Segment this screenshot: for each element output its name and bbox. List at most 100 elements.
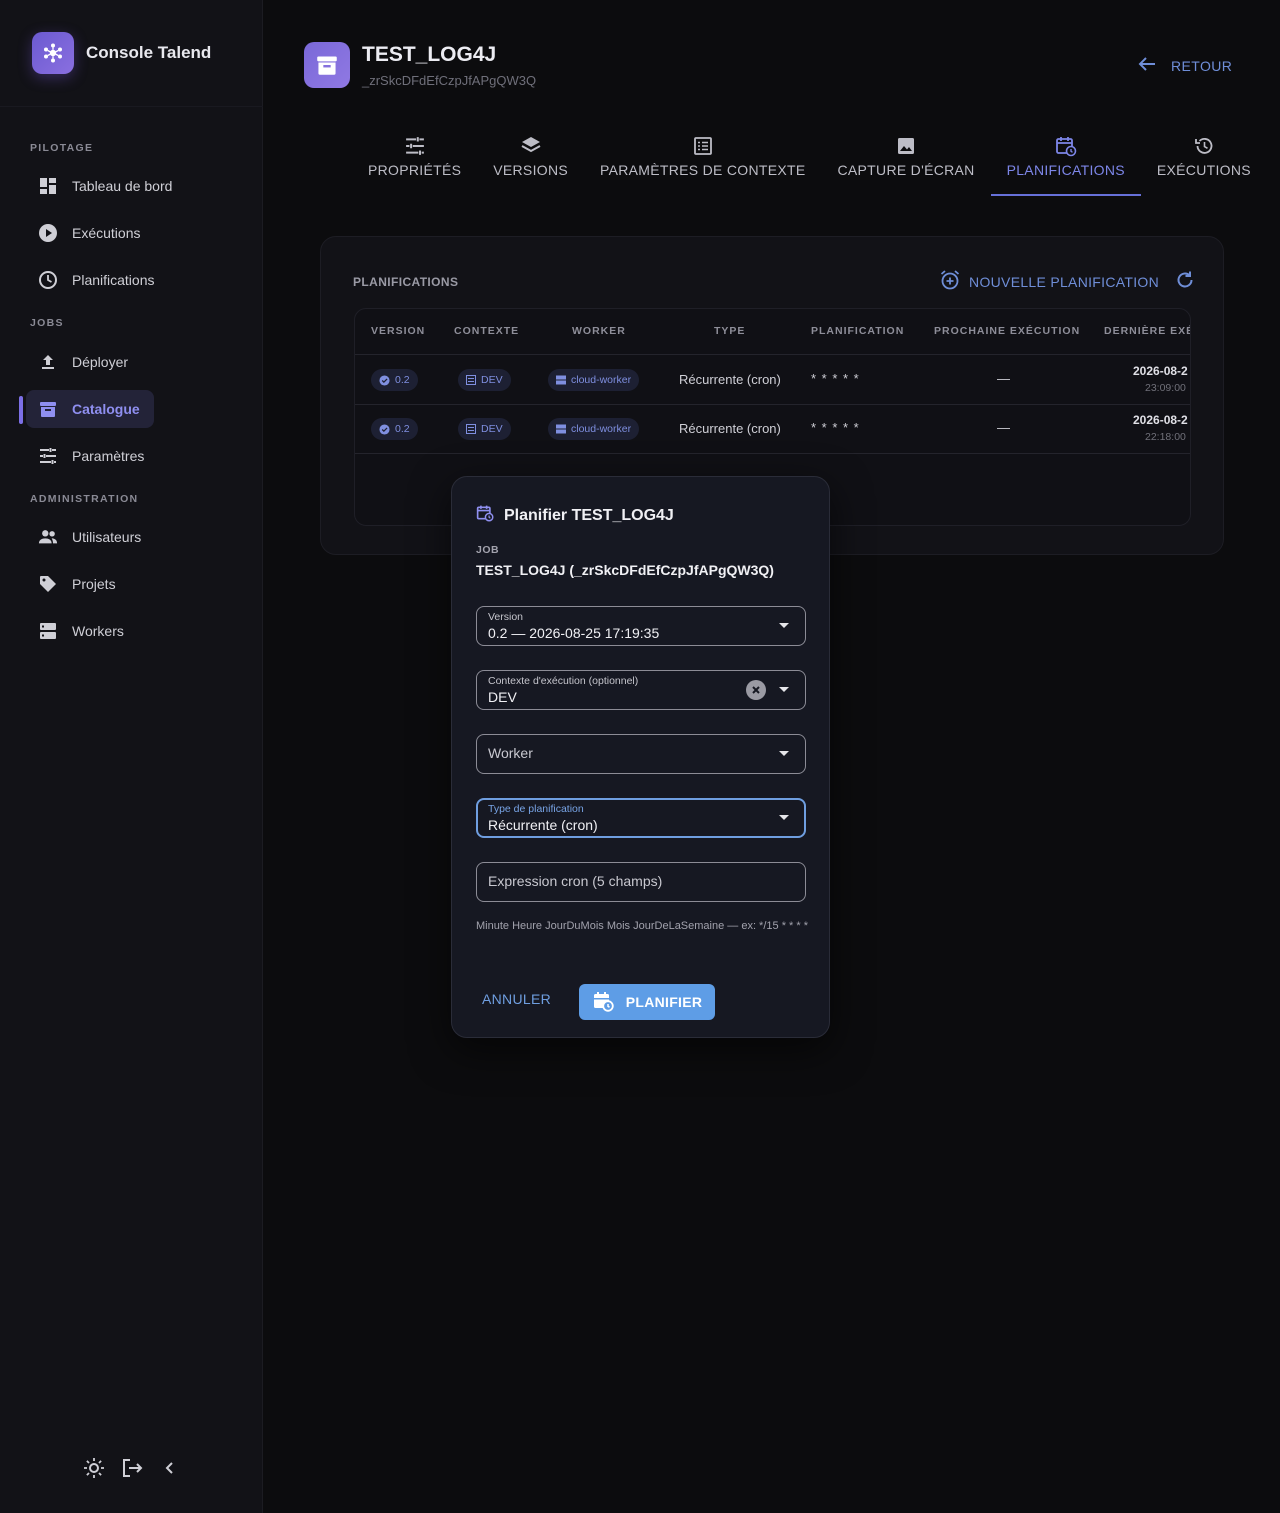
dropdown-caret-icon <box>779 623 789 628</box>
tab-label: PARAMÈTRES DE CONTEXTE <box>600 162 806 178</box>
sidebar-item-catalogue[interactable]: Catalogue <box>26 390 154 428</box>
refresh-icon[interactable] <box>1175 270 1195 293</box>
dropdown-caret-icon <box>779 751 789 756</box>
arrow-left-icon <box>1137 54 1157 77</box>
sidebar-item-executions[interactable]: Exécutions <box>26 214 140 252</box>
job-value: TEST_LOG4J (_zrSkcDFdEfCzpJfAPgQW3Q) <box>476 562 774 578</box>
worker-value: cloud-worker <box>571 423 632 435</box>
column-header-next-run[interactable]: PROCHAINE EXÉCUTION <box>934 325 1080 337</box>
page-title: TEST_LOG4J <box>362 43 497 66</box>
sidebar-item-deploy[interactable]: Déployer <box>26 343 128 381</box>
context-value: DEV <box>481 423 503 435</box>
tab-versions[interactable]: VERSIONS <box>477 134 584 196</box>
job-label: JOB <box>476 544 500 556</box>
tab-screenshot[interactable]: CAPTURE D'ÉCRAN <box>822 134 991 196</box>
card-title: PLANIFICATIONS <box>353 275 459 289</box>
column-header-type[interactable]: TYPE <box>714 325 745 337</box>
layers-icon <box>519 134 543 158</box>
last-run-date: 2026-08-2 <box>1133 364 1188 378</box>
job-archive-icon <box>304 42 350 88</box>
card-actions: NOUVELLE PLANIFICATION <box>939 269 1195 294</box>
sidebar-item-projects[interactable]: Projets <box>26 565 116 603</box>
tab-properties[interactable]: PROPRIÉTÉS <box>352 134 477 196</box>
sidebar-item-label: Planifications <box>72 272 155 288</box>
sidebar-item-label: Catalogue <box>72 401 140 417</box>
version-value: 0.2 <box>395 423 410 435</box>
worker-server-icon <box>556 375 566 385</box>
section-label-administration: ADMINISTRATION <box>30 493 139 505</box>
version-chip: 0.2 <box>371 418 418 440</box>
tab-schedules[interactable]: PLANIFICATIONS <box>990 134 1141 196</box>
new-schedule-button[interactable]: NOUVELLE PLANIFICATION <box>939 269 1159 294</box>
sidebar: Console Talend PILOTAGE Tableau de bord … <box>0 0 263 1513</box>
next-run-cell: — <box>997 371 1010 386</box>
tab-executions[interactable]: EXÉCUTIONS <box>1141 134 1267 196</box>
history-icon <box>1192 134 1216 158</box>
sidebar-item-dashboard[interactable]: Tableau de bord <box>26 167 172 205</box>
tab-bar: PROPRIÉTÉS VERSIONS PARAMÈTRES DE CONTEX… <box>352 134 1267 196</box>
table-row[interactable]: 0.2 DEV cloud-worker Récurrente (cron) *… <box>355 356 1190 405</box>
next-run-cell: — <box>997 420 1010 435</box>
column-header-version[interactable]: VERSION <box>371 325 425 337</box>
schedule-type-select[interactable]: Type de planification Récurrente (cron) <box>476 798 806 838</box>
dashboard-icon <box>38 176 58 196</box>
section-label-jobs: JOBS <box>30 317 64 329</box>
brand[interactable]: Console Talend <box>32 32 211 74</box>
server-icon <box>38 621 58 641</box>
logout-icon[interactable] <box>120 1456 144 1480</box>
field-label: Version <box>488 611 524 623</box>
archive-icon <box>38 399 58 419</box>
section-label-pilotage: PILOTAGE <box>30 142 94 154</box>
sidebar-item-label: Tableau de bord <box>72 178 173 194</box>
play-circle-icon <box>38 223 58 243</box>
cron-expression-input[interactable]: Expression cron (5 champs) <box>476 862 806 902</box>
sidebar-item-schedules[interactable]: Planifications <box>26 261 155 299</box>
sidebar-item-label: Exécutions <box>72 225 141 241</box>
table-row[interactable]: 0.2 DEV cloud-worker Récurrente (cron) *… <box>355 405 1190 454</box>
cancel-button[interactable]: ANNULER <box>482 991 551 1007</box>
tune-icon <box>403 134 427 158</box>
column-header-context[interactable]: CONTEXTE <box>454 325 519 337</box>
sidebar-item-label: Workers <box>72 623 124 639</box>
type-cell: Récurrente (cron) <box>679 372 781 387</box>
schedule-dialog: Planifier TEST_LOG4J JOB TEST_LOG4J (_zr… <box>451 476 830 1038</box>
tab-label: PROPRIÉTÉS <box>368 162 462 178</box>
new-schedule-label: NOUVELLE PLANIFICATION <box>969 273 1159 290</box>
field-label: Type de planification <box>488 803 584 815</box>
tab-label: EXÉCUTIONS <box>1156 162 1251 178</box>
sidebar-item-settings[interactable]: Paramètres <box>26 437 144 475</box>
check-circle-icon <box>379 423 390 435</box>
tab-context-parameters[interactable]: PARAMÈTRES DE CONTEXTE <box>584 134 821 196</box>
cron-helper-text: Minute Heure JourDuMois Mois JourDeLaSem… <box>476 920 808 932</box>
column-header-schedule[interactable]: PLANIFICATION <box>811 325 904 337</box>
worker-select[interactable]: Worker <box>476 734 806 774</box>
last-run-time: 23:09:00 <box>1145 382 1186 394</box>
sidebar-item-users[interactable]: Utilisateurs <box>26 518 141 556</box>
version-select[interactable]: Version 0.2 — 2026-08-25 17:19:35 <box>476 606 806 646</box>
version-value: 0.2 <box>395 374 410 386</box>
back-button[interactable]: RETOUR <box>1137 54 1232 77</box>
field-placeholder: Expression cron (5 champs) <box>488 873 663 889</box>
sliders-icon <box>38 446 58 466</box>
version-chip: 0.2 <box>371 369 418 391</box>
app-title: Console Talend <box>86 43 212 62</box>
clear-icon[interactable] <box>746 680 766 700</box>
column-header-worker[interactable]: WORKER <box>572 325 626 337</box>
worker-value: cloud-worker <box>571 374 632 386</box>
tag-icon <box>38 574 58 594</box>
worker-chip: cloud-worker <box>548 418 640 440</box>
context-chip: DEV <box>458 369 511 391</box>
worker-server-icon <box>556 424 566 434</box>
sidebar-item-workers[interactable]: Workers <box>26 612 124 650</box>
schedule-submit-button[interactable]: PLANIFIER <box>579 984 715 1020</box>
collapse-sidebar-chevron-left-icon[interactable] <box>158 1456 182 1480</box>
submit-label: PLANIFIER <box>625 994 703 1010</box>
column-header-last-run[interactable]: DERNIÈRE EXÉC <box>1104 325 1190 337</box>
worker-chip: cloud-worker <box>548 369 640 391</box>
sidebar-item-label: Projets <box>72 576 116 592</box>
sidebar-item-label: Déployer <box>72 354 129 370</box>
sidebar-item-label: Utilisateurs <box>72 529 142 545</box>
last-run-time: 22:18:00 <box>1145 431 1186 443</box>
theme-toggle-sun-icon[interactable] <box>82 1456 106 1480</box>
context-select[interactable]: Contexte d'exécution (optionnel) DEV <box>476 670 806 710</box>
